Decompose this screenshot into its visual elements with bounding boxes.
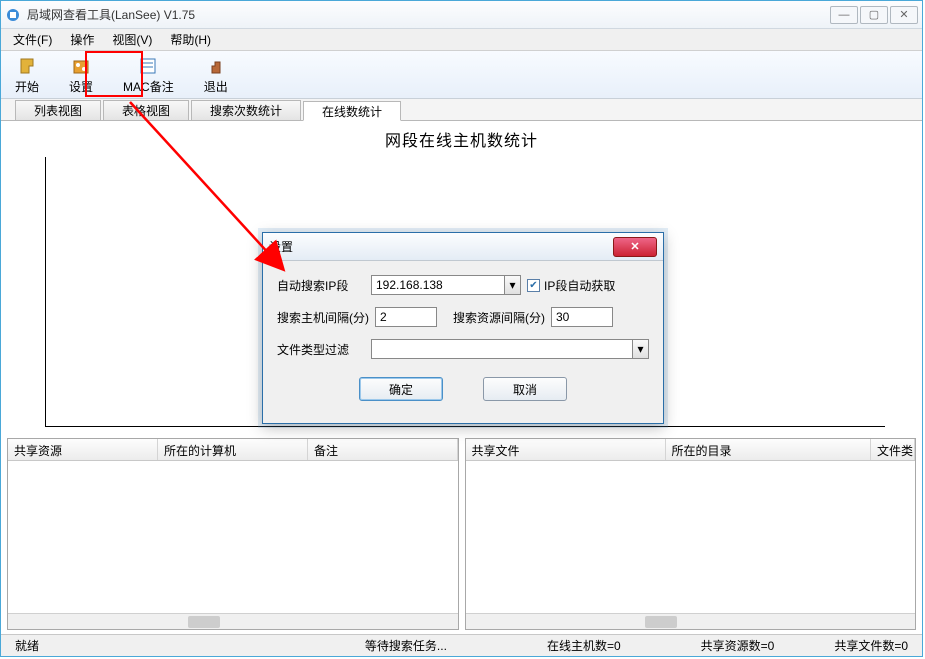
- toolbar-exit-label: 退出: [204, 78, 228, 95]
- tab-table-view[interactable]: 表格视图: [103, 100, 189, 120]
- pane-shared-files: 共享文件 所在的目录 文件类: [465, 438, 917, 630]
- status-files: 共享文件数=0: [824, 637, 918, 654]
- chevron-down-icon[interactable]: ▾: [633, 339, 649, 359]
- dialog-buttons: 确定 取消: [277, 371, 649, 415]
- toolbar-start-button[interactable]: 开始: [9, 53, 45, 97]
- ok-button[interactable]: 确定: [359, 377, 443, 401]
- tab-search-stats[interactable]: 搜索次数统计: [191, 100, 301, 120]
- status-waiting: 等待搜索任务...: [355, 637, 457, 654]
- label-auto-search-ip: 自动搜索IP段: [277, 277, 365, 294]
- ip-auto-get-checkbox[interactable]: ✔ IP段自动获取: [527, 277, 615, 294]
- pane-left-header: 共享资源 所在的计算机 备注: [8, 439, 458, 461]
- toolbar-macnote-label: MAC备注: [123, 78, 174, 95]
- tab-list-view[interactable]: 列表视图: [15, 100, 101, 120]
- pane-left-scrollbar[interactable]: [8, 613, 458, 629]
- col-remark[interactable]: 备注: [308, 439, 458, 460]
- checkbox-checked-icon: ✔: [527, 279, 540, 292]
- toolbar-macnote-button[interactable]: MAC备注: [117, 53, 180, 97]
- maximize-button[interactable]: ▢: [860, 6, 888, 24]
- label-file-filter: 文件类型过滤: [277, 341, 365, 358]
- toolbar-exit-button[interactable]: 退出: [198, 53, 234, 97]
- col-shared-resource[interactable]: 共享资源: [8, 439, 158, 460]
- status-online: 在线主机数=0: [537, 637, 631, 654]
- tab-online-stats[interactable]: 在线数统计: [303, 101, 401, 121]
- status-shares: 共享资源数=0: [691, 637, 785, 654]
- titlebar: 局域网查看工具(LanSee) V1.75 — ▢ ✕: [1, 1, 922, 29]
- cancel-button[interactable]: 取消: [483, 377, 567, 401]
- app-icon: [5, 7, 21, 23]
- file-filter-input[interactable]: [371, 339, 633, 359]
- menu-file[interactable]: 文件(F): [5, 29, 60, 50]
- dialog-titlebar: 设置 ✕: [263, 233, 663, 261]
- dialog-row-filter: 文件类型过滤 ▾: [277, 339, 649, 359]
- exit-icon: [205, 55, 227, 77]
- statusbar: 就绪 等待搜索任务... 在线主机数=0 共享资源数=0 共享文件数=0: [1, 634, 922, 656]
- ip-range-input[interactable]: [371, 275, 505, 295]
- close-button[interactable]: ✕: [890, 6, 918, 24]
- chevron-down-icon[interactable]: ▾: [505, 275, 521, 295]
- menu-operation[interactable]: 操作: [62, 29, 102, 50]
- settings-dialog: 设置 ✕ 自动搜索IP段 ▾ ✔ IP段自动获取 搜索主机间隔(分) 搜索资源间…: [262, 232, 664, 424]
- pane-right-header: 共享文件 所在的目录 文件类: [466, 439, 916, 461]
- menu-help[interactable]: 帮助(H): [162, 29, 219, 50]
- toolbar: 开始 设置 MAC备注 退出: [1, 51, 922, 99]
- toolbar-settings-label: 设置: [69, 78, 93, 95]
- label-host-interval: 搜索主机间隔(分): [277, 309, 369, 326]
- settings-icon: [70, 55, 92, 77]
- file-filter-combo[interactable]: ▾: [371, 339, 649, 359]
- dialog-title: 设置: [269, 238, 613, 255]
- toolbar-settings-button[interactable]: 设置: [63, 53, 99, 97]
- host-interval-input[interactable]: [375, 307, 437, 327]
- chart-title: 网段在线主机数统计: [1, 121, 922, 151]
- status-ready: 就绪: [5, 637, 49, 654]
- pane-left-body: [8, 461, 458, 613]
- start-icon: [16, 55, 38, 77]
- col-filetype[interactable]: 文件类: [871, 439, 915, 460]
- pane-shared-resources: 共享资源 所在的计算机 备注: [7, 438, 459, 630]
- dialog-row-intervals: 搜索主机间隔(分) 搜索资源间隔(分): [277, 307, 649, 327]
- col-directory[interactable]: 所在的目录: [666, 439, 872, 460]
- macnote-icon: [137, 55, 159, 77]
- resource-interval-input[interactable]: [551, 307, 613, 327]
- col-shared-file[interactable]: 共享文件: [466, 439, 666, 460]
- pane-right-scrollbar[interactable]: [466, 613, 916, 629]
- toolbar-start-label: 开始: [15, 78, 39, 95]
- label-resource-interval: 搜索资源间隔(分): [453, 309, 545, 326]
- dialog-close-button[interactable]: ✕: [613, 237, 657, 257]
- ip-auto-get-label: IP段自动获取: [544, 277, 615, 294]
- bottom-panes: 共享资源 所在的计算机 备注 共享文件 所在的目录 文件类: [1, 434, 922, 634]
- menubar: 文件(F) 操作 视图(V) 帮助(H): [1, 29, 922, 51]
- minimize-button[interactable]: —: [830, 6, 858, 24]
- menu-view[interactable]: 视图(V): [104, 29, 160, 50]
- ip-range-combo[interactable]: ▾: [371, 275, 521, 295]
- dialog-row-ip: 自动搜索IP段 ▾ ✔ IP段自动获取: [277, 275, 649, 295]
- col-computer[interactable]: 所在的计算机: [158, 439, 308, 460]
- dialog-body: 自动搜索IP段 ▾ ✔ IP段自动获取 搜索主机间隔(分) 搜索资源间隔(分) …: [263, 261, 663, 423]
- tab-bar: 列表视图 表格视图 搜索次数统计 在线数统计: [1, 99, 922, 121]
- pane-right-body: [466, 461, 916, 613]
- window-title: 局域网查看工具(LanSee) V1.75: [27, 6, 830, 23]
- window-controls: — ▢ ✕: [830, 6, 918, 24]
